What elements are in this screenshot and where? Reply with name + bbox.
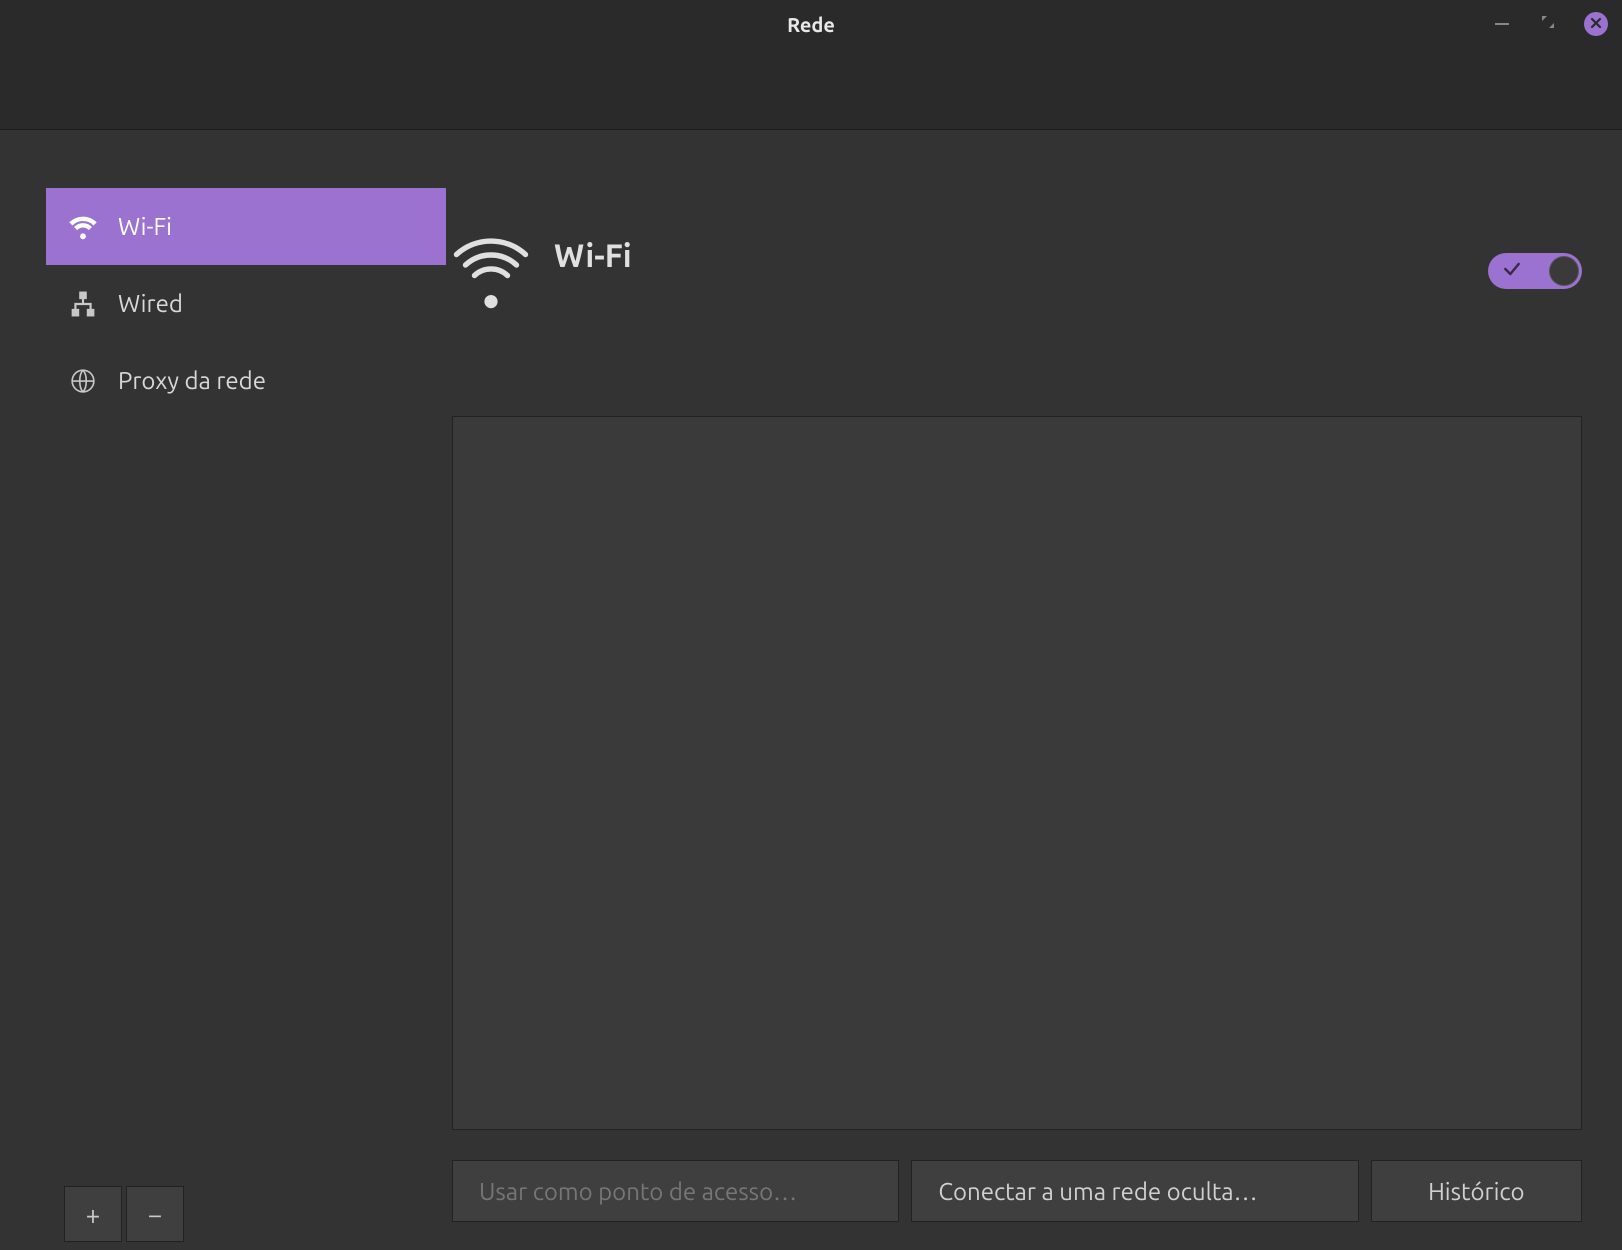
header-spacer <box>0 48 1622 130</box>
maximize-button[interactable] <box>1538 14 1558 34</box>
minimize-icon <box>1495 23 1509 25</box>
check-icon <box>1502 259 1522 283</box>
wifi-large-icon <box>452 232 530 310</box>
sidebar: Wi-Fi Wired Proxy da rede + − <box>0 130 406 1250</box>
globe-icon <box>68 366 98 396</box>
content: Wi-Fi Wired Proxy da rede + − <box>0 130 1622 1250</box>
maximize-icon <box>1541 15 1555 33</box>
window-controls <box>1492 12 1608 36</box>
sidebar-item-label: Wi-Fi <box>118 213 172 240</box>
titlebar: Rede <box>0 0 1622 48</box>
wired-icon <box>68 289 98 319</box>
sidebar-actions: + − <box>46 1178 406 1250</box>
network-list[interactable] <box>452 416 1582 1130</box>
toggle-knob <box>1549 256 1579 286</box>
close-icon <box>1590 15 1602 33</box>
hotspot-label: Usar como ponto de acesso… <box>479 1178 797 1205</box>
history-label: Histórico <box>1428 1178 1524 1205</box>
main-panel: Wi-Fi Usar como ponto de acesso… Conecta… <box>406 130 1622 1250</box>
hotspot-button[interactable]: Usar como ponto de acesso… <box>452 1160 899 1222</box>
sidebar-list: Wi-Fi Wired Proxy da rede <box>46 188 446 1178</box>
history-button[interactable]: Histórico <box>1371 1160 1582 1222</box>
minus-icon: − <box>148 1200 163 1229</box>
sidebar-item-label: Proxy da rede <box>118 367 266 394</box>
add-button[interactable]: + <box>64 1186 122 1242</box>
plus-icon: + <box>86 1200 101 1229</box>
wifi-toggle[interactable] <box>1488 253 1582 289</box>
connect-hidden-button[interactable]: Conectar a uma rede oculta… <box>911 1160 1358 1222</box>
bottom-actions: Usar como ponto de acesso… Conectar a um… <box>452 1160 1582 1230</box>
remove-button[interactable]: − <box>126 1186 184 1242</box>
main-header: Wi-Fi <box>452 188 1582 340</box>
sidebar-item-label: Wired <box>118 290 183 317</box>
sidebar-item-wired[interactable]: Wired <box>46 265 446 342</box>
minimize-button[interactable] <box>1492 14 1512 34</box>
sidebar-item-wifi[interactable]: Wi-Fi <box>46 188 446 265</box>
window-title: Rede <box>787 13 835 36</box>
sidebar-item-proxy[interactable]: Proxy da rede <box>46 342 446 419</box>
connect-hidden-label: Conectar a uma rede oculta… <box>938 1178 1257 1205</box>
close-button[interactable] <box>1584 12 1608 36</box>
wifi-icon <box>68 212 98 242</box>
main-title: Wi-Fi <box>554 238 1464 274</box>
